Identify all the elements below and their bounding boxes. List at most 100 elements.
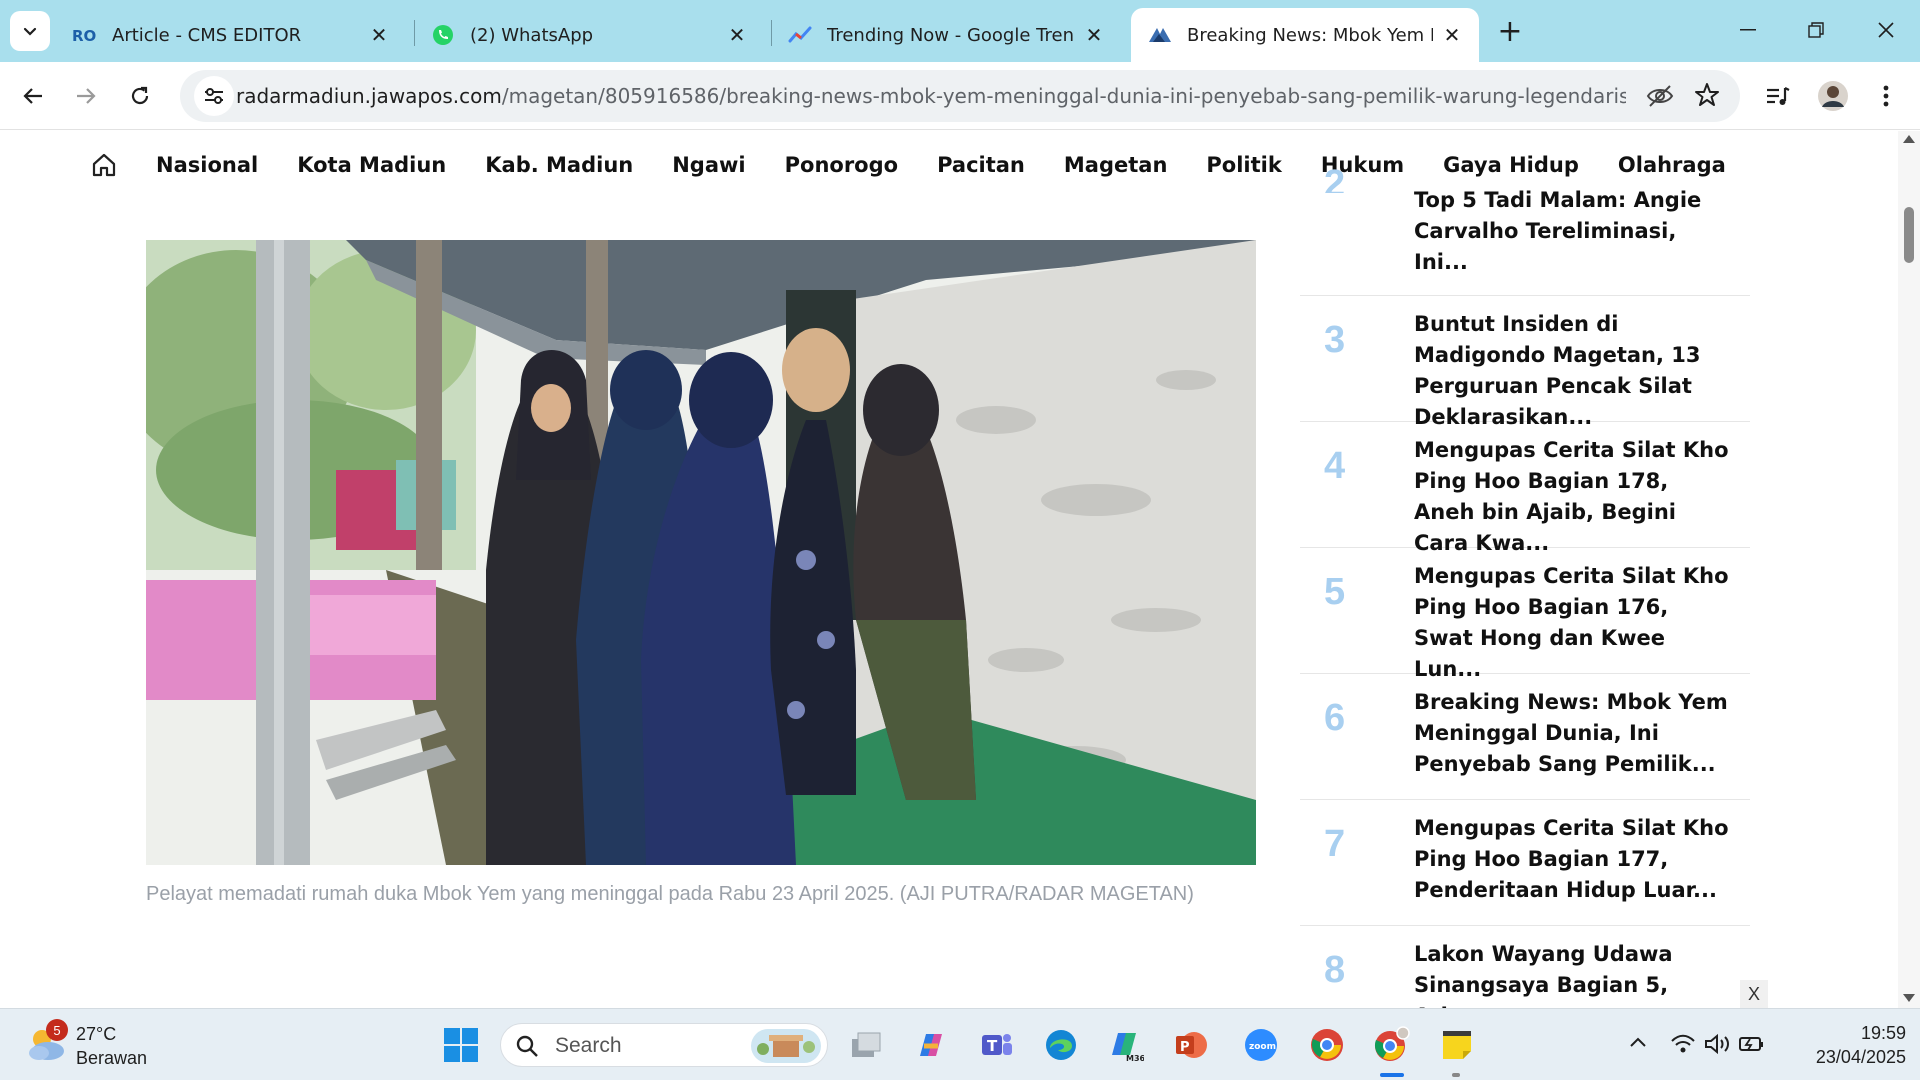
search-placeholder: Search [555, 1034, 622, 1057]
nav-item-politik[interactable]: Politik [1206, 153, 1281, 177]
kebab-menu-icon [1883, 85, 1889, 107]
scroll-up-arrow-icon[interactable] [1903, 135, 1915, 143]
scroll-thumb[interactable] [1904, 207, 1914, 263]
weather-description: Berawan [76, 1048, 148, 1068]
powerpoint-icon[interactable]: P [1169, 1023, 1213, 1067]
new-tab-button[interactable]: + [1493, 14, 1527, 49]
m365-icon[interactable]: M365 [1104, 1023, 1148, 1067]
nav-item-pacitan[interactable]: Pacitan [937, 153, 1025, 177]
svg-text:M365: M365 [1126, 1054, 1144, 1063]
notification-badge: 5 [46, 1019, 68, 1041]
task-view-icon[interactable] [844, 1023, 888, 1067]
url-text[interactable]: radarmadiun.jawapos.com/magetan/80591658… [236, 70, 1626, 122]
weather-widget[interactable]: 5 27°C Berawan [24, 1019, 194, 1071]
active-app-indicator [1380, 1073, 1404, 1077]
nav-item-ngawi[interactable]: Ngawi [672, 153, 745, 177]
list-item[interactable]: 8 Lakon Wayang Udawa Sinangsaya Bagian 5… [1300, 927, 1750, 1008]
copilot-icon[interactable] [909, 1023, 953, 1067]
close-window-button[interactable] [1856, 8, 1916, 52]
bookmark-star-icon[interactable] [1694, 82, 1720, 112]
rank-number: 3 [1324, 319, 1346, 361]
close-tab-icon[interactable]: ✕ [726, 23, 748, 47]
reload-button[interactable] [120, 76, 160, 116]
svg-text:RO: RO [72, 27, 96, 45]
teams-icon[interactable]: T [974, 1023, 1018, 1067]
page-scrollbar[interactable] [1898, 131, 1920, 1008]
home-icon[interactable] [90, 151, 120, 181]
tab-google-trends[interactable]: Trending Now - Google Trends ✕ [771, 8, 1121, 62]
list-item[interactable]: 2 Top 5 Tadi Malam: Angie Carvalho Terel… [1300, 163, 1750, 296]
eye-off-icon[interactable] [1646, 83, 1674, 113]
news-title[interactable]: Breaking News: Mbok Yem Meninggal Dunia,… [1414, 687, 1734, 780]
rank-number: 8 [1324, 949, 1346, 991]
tab-cms-editor[interactable]: RO Article - CMS EDITOR ✕ [56, 8, 406, 62]
news-title[interactable]: Buntut Insiden di Madigondo Magetan, 13 … [1414, 309, 1734, 433]
running-app-indicator [1452, 1073, 1460, 1077]
taskbar: 5 27°C Berawan Search T M365 P zoom [0, 1008, 1920, 1080]
news-title[interactable]: Mengupas Cerita Silat Kho Ping Hoo Bagia… [1414, 561, 1734, 685]
chrome-icon[interactable] [1305, 1023, 1349, 1067]
forward-button[interactable] [66, 76, 106, 116]
address-bar[interactable]: radarmadiun.jawapos.com/magetan/80591658… [180, 70, 1740, 122]
taskbar-search[interactable]: Search [500, 1023, 828, 1067]
photo-caption: Pelayat memadati rumah duka Mbok Yem yan… [146, 883, 1194, 905]
nav-item-kab-madiun[interactable]: Kab. Madiun [485, 153, 633, 177]
trends-icon [787, 22, 813, 48]
chevron-down-icon [23, 27, 37, 36]
restore-icon [1808, 22, 1824, 38]
battery-charging-icon[interactable] [1738, 1033, 1766, 1057]
edge-icon[interactable] [1039, 1023, 1083, 1067]
volume-icon[interactable] [1704, 1033, 1732, 1057]
tab-strip: RO Article - CMS EDITOR ✕ (2) WhatsApp ✕… [0, 0, 1920, 62]
forward-arrow-icon [77, 88, 96, 104]
nav-item-kota-madiun[interactable]: Kota Madiun [297, 153, 446, 177]
rank-number: 7 [1324, 823, 1346, 865]
reload-icon [131, 86, 149, 105]
list-item[interactable]: 6 Breaking News: Mbok Yem Meninggal Duni… [1300, 675, 1750, 800]
rank-number: 5 [1324, 571, 1346, 613]
profile-avatar[interactable] [1813, 76, 1853, 116]
news-title[interactable]: Lakon Wayang Udawa Sinangsaya Bagian 5, … [1414, 939, 1734, 1008]
nav-item-nasional[interactable]: Nasional [156, 153, 258, 177]
news-title[interactable]: Mengupas Cerita Silat Kho Ping Hoo Bagia… [1414, 813, 1734, 906]
close-tab-icon[interactable]: ✕ [1441, 23, 1463, 47]
site-info-icon[interactable] [194, 76, 234, 116]
tab-whatsapp[interactable]: (2) WhatsApp ✕ [414, 8, 764, 62]
close-tab-icon[interactable]: ✕ [1083, 23, 1105, 47]
svg-text:T: T [987, 1037, 998, 1055]
sticky-notes-icon[interactable] [1435, 1023, 1479, 1067]
clock[interactable]: 19:59 23/04/2025 [1790, 1021, 1906, 1069]
scroll-down-arrow-icon[interactable] [1903, 994, 1915, 1002]
start-icon[interactable] [439, 1023, 483, 1067]
nav-item-magetan[interactable]: Magetan [1064, 153, 1168, 177]
ro-logo-icon: RO [72, 22, 98, 48]
chevron-up-icon[interactable] [1628, 1033, 1652, 1057]
list-item[interactable]: 5 Mengupas Cerita Silat Kho Ping Hoo Bag… [1300, 549, 1750, 681]
restore-button[interactable] [1786, 8, 1846, 52]
news-title[interactable]: Mengupas Cerita Silat Kho Ping Hoo Bagia… [1414, 435, 1734, 559]
wifi-icon[interactable] [1670, 1033, 1696, 1057]
media-controls-button[interactable] [1758, 76, 1798, 116]
weather-temperature: 27°C [76, 1024, 117, 1044]
list-item[interactable]: 3 Buntut Insiden di Madigondo Magetan, 1… [1300, 297, 1750, 429]
close-tab-icon[interactable]: ✕ [368, 23, 390, 47]
zoom-icon[interactable]: zoom [1239, 1023, 1283, 1067]
tab-search-button[interactable] [10, 11, 50, 51]
list-item[interactable]: 7 Mengupas Cerita Silat Kho Ping Hoo Bag… [1300, 801, 1750, 926]
ad-close-button[interactable]: X [1740, 980, 1768, 1008]
media-queue-icon [1767, 87, 1790, 105]
minimize-icon [1740, 29, 1756, 31]
nav-item-ponorogo[interactable]: Ponorogo [785, 153, 898, 177]
news-title[interactable]: Top 5 Tadi Malam: Angie Carvalho Terelim… [1414, 185, 1734, 278]
tab-breaking-news[interactable]: Breaking News: Mbok Yem Meninggal Dunia,… [1131, 8, 1479, 62]
avatar-icon [1818, 81, 1848, 111]
chrome-profile-icon[interactable] [1370, 1023, 1414, 1067]
svg-text:zoom: zoom [1249, 1042, 1276, 1052]
clock-time: 19:59 [1860, 1023, 1906, 1043]
menu-button[interactable] [1866, 76, 1906, 116]
back-arrow-icon [23, 88, 42, 104]
back-button[interactable] [13, 76, 53, 116]
search-icon [515, 1034, 539, 1062]
list-item[interactable]: 4 Mengupas Cerita Silat Kho Ping Hoo Bag… [1300, 423, 1750, 555]
minimize-button[interactable] [1718, 8, 1778, 52]
